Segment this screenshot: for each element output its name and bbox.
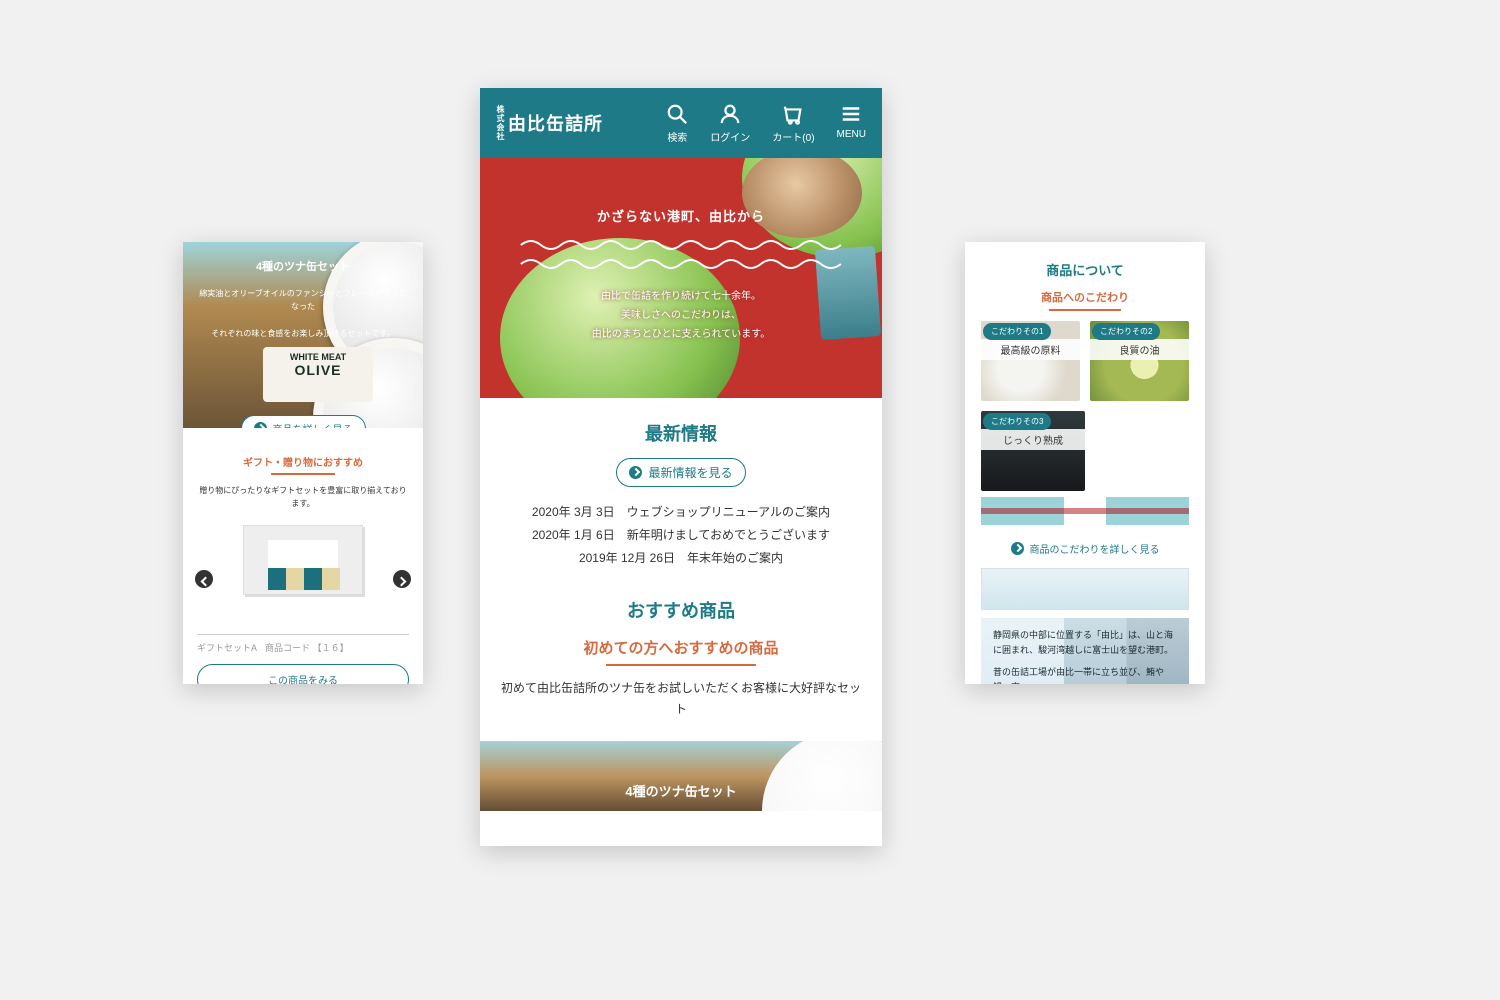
gift-carousel: [197, 525, 409, 635]
left-screen: WHITE MEAT OLIVE 4種のツナ缶セット 綿実油とオリーブオイルのフ…: [183, 242, 423, 684]
gift-caption: ギフトセットA 商品コード 【１６】: [183, 641, 423, 654]
view-news-button[interactable]: 最新情報を見る: [616, 458, 745, 487]
hero-tagline: かざらない港町、由比から: [480, 206, 882, 225]
nav-cart-label: カート(0): [772, 129, 814, 144]
quality-card-3[interactable]: こだわりその3 じっくり熟成: [981, 411, 1085, 491]
news-section: 最新情報 最新情報を見る 2020年 3月 3日 ウェブショップリニューアルのご…: [480, 398, 882, 591]
news-list: 2020年 3月 3日 ウェブショップリニューアルのご案内 2020年 1月 6…: [500, 501, 862, 569]
quality-cards: こだわりその1 最高級の原料 こだわりその2 良質の油: [981, 321, 1189, 401]
nav-menu-label: MENU: [837, 129, 866, 140]
view-quality-link[interactable]: 商品のこだわりを詳しく見る: [1011, 541, 1160, 556]
hero-line1: 由比で缶詰を作り続けて七十余年。: [480, 287, 882, 306]
region-map: [981, 568, 1189, 610]
product-strip: [981, 497, 1189, 525]
card-badge: こだわりその3: [983, 413, 1051, 430]
recommend-section: おすすめ商品 初めての方へおすすめの商品 初めて由比缶詰所のツナ缶をお試しいただ…: [480, 591, 882, 741]
about-subheading: 商品へのこだわり: [981, 289, 1189, 305]
arrow-right-icon: [629, 466, 642, 479]
view-news-label: 最新情報を見る: [648, 464, 732, 481]
center-screen: 株式会社 由比缶詰所 検索 ログイン カート(0) MENU: [480, 88, 882, 846]
region-description: 静岡県の中部に位置する「由比」は、山と海に囲まれ、駿河湾越しに富士山を望む港町。…: [981, 618, 1189, 684]
view-this-product-button[interactable]: この商品をみる: [197, 664, 409, 684]
card-badge: こだわりその1: [983, 323, 1051, 340]
arrow-right-icon: [1011, 542, 1024, 555]
hero-line2: 美味しさへのこだわりは、: [480, 306, 882, 325]
center-hero: かざらない港町、由比から 由比で缶詰を作り続けて七十余年。 美味しさへのこだわり…: [480, 158, 882, 398]
right-screen: 商品について 商品へのこだわり こだわりその1 最高級の原料 こだわりその2 良…: [965, 242, 1205, 684]
gift-heading: ギフト・贈り物におすすめ: [197, 454, 409, 469]
recommend-desc: 初めて由比缶詰所のツナ缶をお試しいただくお客様に大好評なセット: [500, 678, 862, 719]
view-quality-label: 商品のこだわりを詳しく見る: [1030, 541, 1160, 556]
logo-text: 由比缶詰所: [508, 110, 603, 136]
divider: [271, 473, 335, 475]
user-icon: [719, 103, 741, 125]
news-item[interactable]: 2020年 3月 3日 ウェブショップリニューアルのご案内: [500, 501, 862, 524]
news-item[interactable]: 2019年 12月 26日 年末年始のご案内: [500, 547, 862, 570]
region-para1: 静岡県の中部に位置する「由比」は、山と海に囲まれ、駿河湾越しに富士山を望む港町。: [993, 628, 1177, 659]
hero-line3: 由比のまちとひとに支えられています。: [480, 325, 882, 344]
recommend-peek: 4種のツナ缶セット: [480, 741, 882, 811]
nav-search-label: 検索: [667, 129, 687, 144]
left-hero: WHITE MEAT OLIVE 4種のツナ缶セット 綿実油とオリーブオイルのフ…: [183, 242, 423, 428]
nav-search[interactable]: 検索: [666, 103, 688, 144]
card-label: 最高級の原料: [981, 339, 1080, 360]
gift-code: 【１６】: [313, 643, 349, 653]
gift-thumbnail[interactable]: [243, 525, 363, 595]
news-heading: 最新情報: [500, 420, 862, 446]
arrow-right-icon: [254, 422, 267, 428]
left-hero-line2: それぞれの味と食感をお楽しみ頂けるセットです。: [197, 328, 409, 341]
recommend-subheading: 初めての方へおすすめの商品: [500, 637, 862, 658]
card-badge: こだわりその2: [1092, 323, 1160, 340]
left-hero-title: 4種のツナ缶セット: [197, 258, 409, 274]
gift-section: ギフト・贈り物におすすめ 贈り物にぴったりなギフトセットを豊富に取り揃えておりま…: [183, 428, 423, 635]
card-label: 良質の油: [1090, 339, 1189, 360]
carousel-prev-button[interactable]: [195, 570, 213, 588]
gift-code-label: 商品コード: [265, 643, 310, 653]
divider: [606, 664, 756, 666]
nav-login[interactable]: ログイン: [710, 103, 750, 144]
quality-card-2[interactable]: こだわりその2 良質の油: [1090, 321, 1189, 401]
hamburger-icon: [840, 103, 862, 125]
region-para2: 昔の缶詰工場が由比一帯に立ち並び、鮪や鰻、東: [993, 665, 1177, 684]
view-this-product-label: この商品をみる: [268, 676, 338, 684]
cart-icon: [782, 103, 804, 125]
quality-card-1[interactable]: こだわりその1 最高級の原料: [981, 321, 1080, 401]
nav-cart[interactable]: カート(0): [772, 103, 814, 144]
about-heading: 商品について: [981, 260, 1189, 279]
nav-login-label: ログイン: [710, 129, 750, 144]
left-hero-line1: 綿実油とオリーブオイルのファンシーとフレークが１つになった: [197, 288, 409, 314]
peek-title: 4種のツナ缶セット: [625, 784, 736, 799]
view-product-label: 商品を詳しく見る: [273, 421, 353, 428]
app-header: 株式会社 由比缶詰所 検索 ログイン カート(0) MENU: [480, 88, 882, 158]
nav-menu[interactable]: MENU: [837, 103, 866, 144]
carousel-next-button[interactable]: [393, 570, 411, 588]
card-label: じっくり熟成: [981, 429, 1085, 450]
recommend-heading: おすすめ商品: [500, 597, 862, 623]
company-logo[interactable]: 株式会社 由比缶詰所: [496, 105, 603, 141]
wave-divider-icon: [504, 237, 858, 275]
gift-desc: 贈り物にぴったりなギフトセットを豊富に取り揃えております。: [197, 485, 409, 511]
gift-name: ギフトセットA: [197, 643, 257, 653]
view-product-button[interactable]: 商品を詳しく見る: [241, 415, 366, 428]
logo-prefix: 株式会社: [496, 105, 504, 141]
search-icon: [666, 103, 688, 125]
news-item[interactable]: 2020年 1月 6日 新年明けましておめでとうございます: [500, 524, 862, 547]
header-nav: 検索 ログイン カート(0) MENU: [666, 103, 866, 144]
divider: [1049, 309, 1121, 311]
